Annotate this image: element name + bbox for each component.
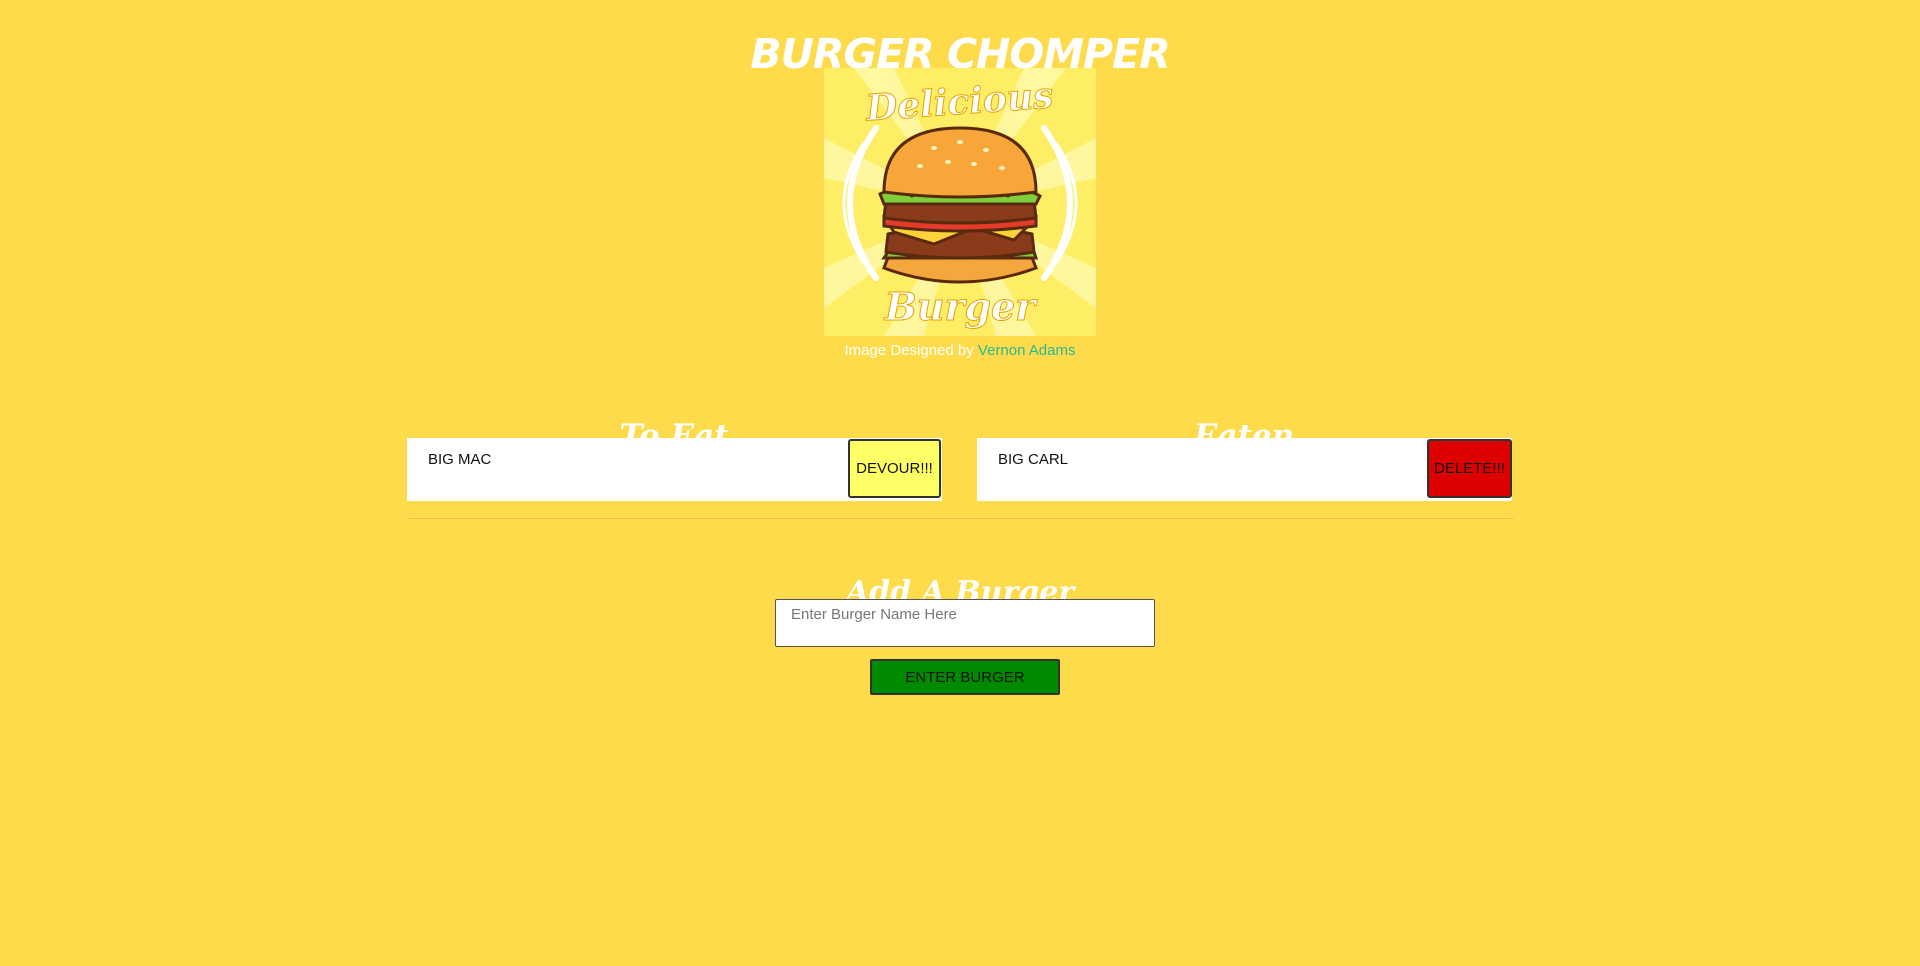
enter-burger-button[interactable]: ENTER BURGER — [870, 659, 1060, 695]
burger-name-input[interactable] — [775, 599, 1155, 647]
eaten-burger-item: BIG CARL DELETE!!! — [977, 438, 1512, 501]
burger-name: BIG MAC — [428, 451, 492, 468]
section-divider — [407, 518, 1514, 519]
to-eat-burger-item: BIG MAC DEVOUR!!! — [407, 438, 942, 501]
image-credit: Image Designed by Vernon Adams — [0, 340, 1920, 362]
credit-prefix: Image Designed by — [844, 342, 974, 359]
logo-bottom-text: Burger — [884, 284, 1039, 329]
burger-name: BIG CARL — [998, 451, 1069, 468]
devour-button[interactable]: DEVOUR!!! — [848, 439, 941, 498]
delete-button[interactable]: DELETE!!! — [1427, 439, 1512, 498]
burger-icon — [878, 126, 1042, 284]
delicious-burger-logo: Delicious Burger — [824, 68, 1096, 336]
credit-author-link[interactable]: Vernon Adams — [978, 342, 1076, 359]
